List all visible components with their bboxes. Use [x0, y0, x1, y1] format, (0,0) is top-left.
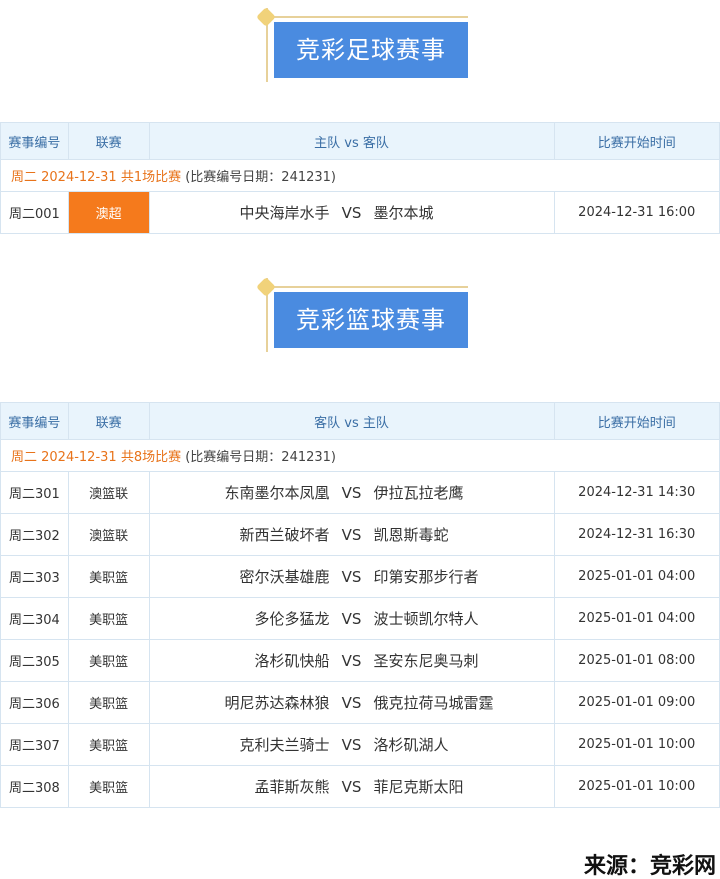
header-match-id: 赛事编号 [0, 402, 69, 440]
table-row[interactable]: 周二305 美职篮 洛杉矶快船 VS 圣安东尼奥马刺 2025-01-01 08:00 [0, 639, 720, 682]
start-time: 2025-01-01 10:00 [553, 765, 720, 808]
date-summary: 周二 2024-12-31 共8场比赛 [11, 450, 182, 465]
table-row[interactable]: 周二001 澳超 中央海岸水手 VS 墨尔本城 2024-12-31 16:00 [0, 191, 720, 234]
date-note: (比赛编号日期：241231) [185, 450, 337, 465]
vs-label: VS [341, 735, 362, 754]
header-league: 联赛 [67, 122, 150, 160]
football-banner: 竞彩足球赛事 [252, 7, 472, 86]
basketball-table: 赛事编号 联赛 客队 vs 主队 比赛开始时间 周二 2024-12-31 共8… [0, 402, 720, 808]
header-league: 联赛 [67, 402, 150, 440]
vs-label: VS [341, 693, 362, 712]
vs-label: VS [341, 651, 362, 670]
match-id: 周二308 [0, 765, 69, 808]
header-match-id: 赛事编号 [0, 122, 69, 160]
football-banner-title: 竞彩足球赛事 [274, 22, 468, 78]
away-team: 洛杉矶快船 [254, 652, 330, 670]
start-time: 2024-12-31 14:30 [553, 471, 720, 514]
table-row[interactable]: 周二301 澳篮联 东南墨尔本凤凰 VS 伊拉瓦拉老鹰 2024-12-31 14:30 [0, 471, 720, 514]
home-team: 菲尼克斯太阳 [373, 778, 464, 796]
away-team: 新西兰破坏者 [239, 526, 330, 544]
home-team: 伊拉瓦拉老鹰 [373, 484, 464, 502]
league-label: 美职篮 [67, 555, 150, 598]
match-id: 周二302 [0, 513, 69, 556]
date-row: 周二 2024-12-31 共8场比赛 (比赛编号日期：241231) [0, 439, 720, 472]
basketball-banner-title: 竞彩篮球赛事 [274, 292, 468, 348]
away-team: 多伦多猛龙 [254, 610, 330, 628]
vs-label: VS [341, 567, 362, 586]
home-team: 印第安那步行者 [373, 568, 479, 586]
basketball-banner: 竞彩篮球赛事 [252, 277, 472, 356]
away-team: 孟菲斯灰熊 [254, 778, 330, 796]
start-time: 2025-01-01 10:00 [553, 723, 720, 766]
home-team: 圣安东尼奥马刺 [373, 652, 479, 670]
league-label: 美职篮 [67, 723, 150, 766]
header-teams: 主队 vs 客队 [148, 122, 555, 160]
diamond-icon [256, 277, 276, 297]
diamond-icon [256, 7, 276, 27]
away-team: 明尼苏达森林狼 [224, 694, 330, 712]
table-header-row: 赛事编号 联赛 主队 vs 客队 比赛开始时间 [0, 122, 720, 160]
away-team: 东南墨尔本凤凰 [224, 484, 330, 502]
table-row[interactable]: 周二307 美职篮 克利夫兰骑士 VS 洛杉矶湖人 2025-01-01 10:00 [0, 723, 720, 766]
table-row[interactable]: 周二304 美职篮 多伦多猛龙 VS 波士顿凯尔特人 2025-01-01 04:00 [0, 597, 720, 640]
home-team: 洛杉矶湖人 [373, 736, 449, 754]
table-row[interactable]: 周二306 美职篮 明尼苏达森林狼 VS 俄克拉荷马城雷霆 2025-01-01 09:0… [0, 681, 720, 724]
header-start-time: 比赛开始时间 [553, 122, 720, 160]
vs-label: VS [341, 609, 362, 628]
home-team: 波士顿凯尔特人 [373, 610, 479, 628]
league-badge: 澳超 [67, 191, 150, 234]
vs-label: VS [341, 777, 362, 796]
date-summary: 周二 2024-12-31 共1场比赛 [11, 170, 182, 185]
match-id: 周二303 [0, 555, 69, 598]
source-credit: 来源：竞彩网 [583, 854, 716, 879]
start-time: 2024-12-31 16:30 [553, 513, 720, 556]
match-id: 周二306 [0, 681, 69, 724]
away-team: 密尔沃基雄鹿 [239, 568, 330, 586]
table-row[interactable]: 周二303 美职篮 密尔沃基雄鹿 VS 印第安那步行者 2025-01-01 04:00 [0, 555, 720, 598]
home-team: 中央海岸水手 [239, 204, 330, 222]
table-row[interactable]: 周二302 澳篮联 新西兰破坏者 VS 凯恩斯毒蛇 2024-12-31 16:30 [0, 513, 720, 556]
match-id: 周二301 [0, 471, 69, 514]
header-teams: 客队 vs 主队 [148, 402, 555, 440]
vs-label: VS [341, 483, 362, 502]
league-label: 美职篮 [67, 639, 150, 682]
match-id: 周二305 [0, 639, 69, 682]
vs-label: VS [341, 525, 362, 544]
football-table: 赛事编号 联赛 主队 vs 客队 比赛开始时间 周二 2024-12-31 共1… [0, 122, 720, 234]
league-label: 澳篮联 [67, 513, 150, 556]
start-time: 2025-01-01 08:00 [553, 639, 720, 682]
date-row: 周二 2024-12-31 共1场比赛 (比赛编号日期：241231) [0, 159, 720, 192]
match-id: 周二307 [0, 723, 69, 766]
league-label: 美职篮 [67, 681, 150, 724]
home-team: 凯恩斯毒蛇 [373, 526, 449, 544]
home-team: 俄克拉荷马城雷霆 [373, 694, 494, 712]
away-team: 克利夫兰骑士 [239, 736, 330, 754]
banner-line [260, 16, 468, 18]
match-id: 周二001 [0, 191, 69, 234]
start-time: 2024-12-31 16:00 [553, 191, 720, 234]
start-time: 2025-01-01 04:00 [553, 555, 720, 598]
table-row[interactable]: 周二308 美职篮 孟菲斯灰熊 VS 菲尼克斯太阳 2025-01-01 10:00 [0, 765, 720, 808]
match-id: 周二304 [0, 597, 69, 640]
start-time: 2025-01-01 09:00 [553, 681, 720, 724]
banner-line [260, 286, 468, 288]
header-start-time: 比赛开始时间 [553, 402, 720, 440]
league-label: 美职篮 [67, 765, 150, 808]
vs-label: VS [341, 203, 362, 222]
league-label: 美职篮 [67, 597, 150, 640]
start-time: 2025-01-01 04:00 [553, 597, 720, 640]
league-label: 澳篮联 [67, 471, 150, 514]
table-header-row: 赛事编号 联赛 客队 vs 主队 比赛开始时间 [0, 402, 720, 440]
away-team: 墨尔本城 [373, 204, 434, 222]
date-note: (比赛编号日期：241231) [185, 170, 337, 185]
